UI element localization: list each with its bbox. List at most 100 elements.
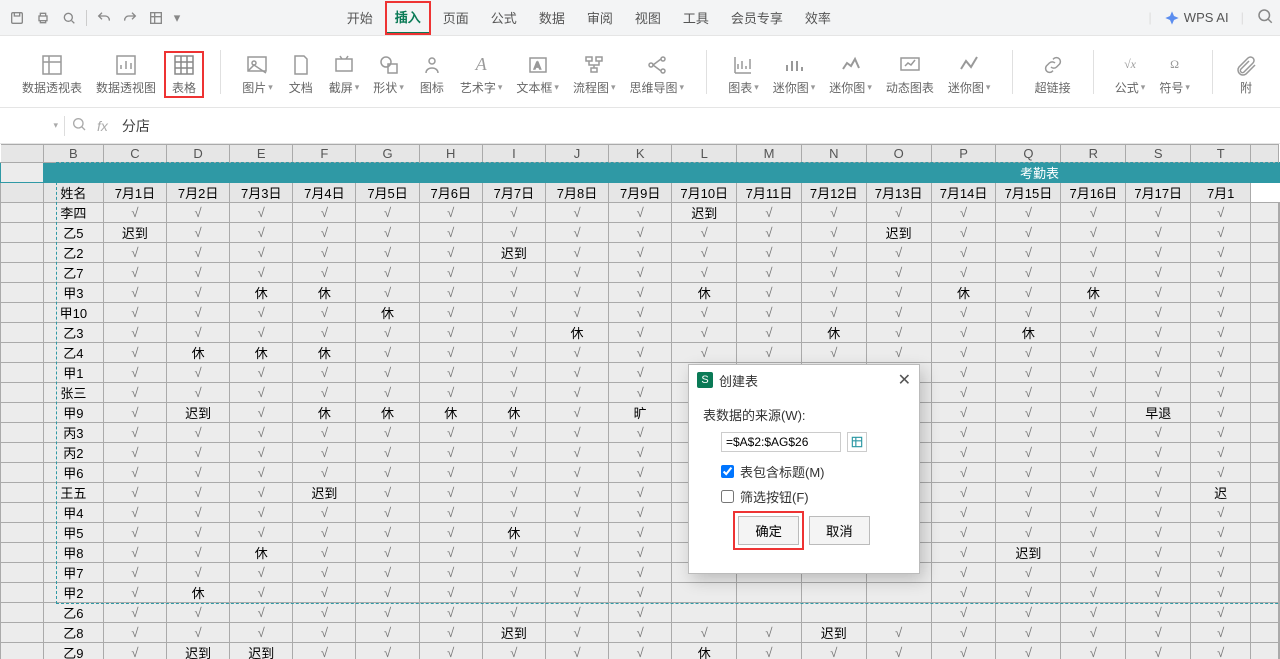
attendance-cell[interactable]: √: [609, 583, 672, 603]
attendance-cell[interactable]: 休: [801, 323, 866, 343]
attendance-cell[interactable]: √: [356, 463, 419, 483]
name-cell[interactable]: 李四: [43, 203, 103, 223]
attendance-cell[interactable]: √: [672, 243, 737, 263]
attendance-cell[interactable]: √: [866, 643, 931, 659]
hyperlink-button[interactable]: 超链接: [1029, 51, 1077, 98]
attendance-cell[interactable]: √: [737, 203, 802, 223]
attendance-cell[interactable]: √: [1126, 463, 1191, 483]
attendance-cell[interactable]: √: [230, 203, 293, 223]
attendance-cell[interactable]: √: [293, 563, 356, 583]
name-cell[interactable]: 甲9: [43, 403, 103, 423]
attendance-cell[interactable]: 休: [293, 283, 356, 303]
attendance-cell[interactable]: √: [609, 623, 672, 643]
attendance-cell[interactable]: √: [545, 543, 608, 563]
attendance-cell[interactable]: 休: [1061, 283, 1126, 303]
attendance-cell[interactable]: √: [1061, 463, 1126, 483]
attendance-cell[interactable]: √: [419, 643, 482, 659]
attendance-cell[interactable]: √: [230, 583, 293, 603]
attendance-cell[interactable]: √: [931, 383, 996, 403]
attendance-cell[interactable]: √: [419, 283, 482, 303]
attendance-cell[interactable]: √: [419, 623, 482, 643]
tab-view[interactable]: 视图: [625, 2, 671, 33]
column-header[interactable]: K: [609, 145, 672, 163]
attendance-cell[interactable]: √: [801, 343, 866, 363]
save-icon[interactable]: [6, 7, 28, 29]
document-button[interactable]: 文档: [281, 51, 321, 98]
attendance-cell[interactable]: √: [545, 623, 608, 643]
attendance-cell[interactable]: √: [356, 343, 419, 363]
attendance-cell[interactable]: √: [931, 643, 996, 659]
name-cell[interactable]: 乙5: [43, 223, 103, 243]
attendance-cell[interactable]: √: [230, 463, 293, 483]
flowchart-button[interactable]: 流程图▾: [567, 51, 622, 98]
attendance-cell[interactable]: √: [1191, 563, 1251, 583]
attendance-cell[interactable]: √: [293, 603, 356, 623]
attendance-cell[interactable]: √: [230, 243, 293, 263]
attendance-cell[interactable]: √: [356, 283, 419, 303]
attendance-cell[interactable]: √: [356, 203, 419, 223]
chevron-down-icon[interactable]: ▾: [171, 7, 183, 29]
attendance-cell[interactable]: √: [996, 243, 1061, 263]
attendance-cell[interactable]: √: [230, 363, 293, 383]
header-checkbox[interactable]: 表包含标题(M): [721, 462, 905, 481]
attendance-cell[interactable]: √: [1126, 243, 1191, 263]
attendance-cell[interactable]: √: [419, 443, 482, 463]
attendance-cell[interactable]: √: [931, 323, 996, 343]
attendance-cell[interactable]: 迟到: [866, 223, 931, 243]
attendance-cell[interactable]: √: [230, 563, 293, 583]
attendance-cell[interactable]: √: [293, 623, 356, 643]
name-cell[interactable]: 乙3: [43, 323, 103, 343]
attendance-cell[interactable]: 休: [167, 343, 230, 363]
dynamic-chart-button[interactable]: 动态图表: [880, 51, 940, 98]
name-cell[interactable]: 甲4: [43, 503, 103, 523]
attendance-cell[interactable]: √: [1126, 503, 1191, 523]
attendance-cell[interactable]: √: [1126, 323, 1191, 343]
attendance-cell[interactable]: √: [1191, 643, 1251, 659]
attendance-cell[interactable]: √: [609, 603, 672, 623]
attendance-cell[interactable]: √: [1126, 263, 1191, 283]
attendance-cell[interactable]: √: [167, 363, 230, 383]
attendance-cell[interactable]: √: [1126, 363, 1191, 383]
column-header[interactable]: P: [931, 145, 996, 163]
attendance-cell[interactable]: √: [419, 203, 482, 223]
attendance-cell[interactable]: √: [482, 323, 545, 343]
column-header[interactable]: B: [43, 145, 103, 163]
tab-efficiency[interactable]: 效率: [795, 2, 841, 33]
attendance-cell[interactable]: 迟到: [996, 543, 1061, 563]
attendance-cell[interactable]: √: [545, 243, 608, 263]
attendance-cell[interactable]: √: [1061, 363, 1126, 383]
attendance-cell[interactable]: 休: [996, 323, 1061, 343]
attendance-cell[interactable]: √: [1061, 243, 1126, 263]
attendance-cell[interactable]: √: [482, 583, 545, 603]
attendance-cell[interactable]: √: [866, 343, 931, 363]
attendance-cell[interactable]: √: [1191, 203, 1251, 223]
attendance-cell[interactable]: √: [103, 443, 166, 463]
attendance-cell[interactable]: √: [866, 623, 931, 643]
attendance-cell[interactable]: √: [996, 463, 1061, 483]
attendance-cell[interactable]: √: [103, 623, 166, 643]
attendance-cell[interactable]: √: [293, 263, 356, 283]
attendance-cell[interactable]: √: [609, 383, 672, 403]
attendance-cell[interactable]: √: [293, 443, 356, 463]
attendance-cell[interactable]: √: [1126, 543, 1191, 563]
attendance-cell[interactable]: √: [545, 603, 608, 623]
attendance-cell[interactable]: √: [230, 263, 293, 283]
column-header[interactable]: L: [672, 145, 737, 163]
attendance-cell[interactable]: √: [1191, 243, 1251, 263]
attendance-cell[interactable]: √: [609, 463, 672, 483]
attendance-cell[interactable]: √: [1061, 443, 1126, 463]
attendance-cell[interactable]: √: [801, 223, 866, 243]
attendance-cell[interactable]: √: [609, 503, 672, 523]
attendance-cell[interactable]: √: [482, 343, 545, 363]
attendance-cell[interactable]: 休: [167, 583, 230, 603]
attendance-cell[interactable]: √: [801, 203, 866, 223]
attendance-cell[interactable]: √: [1061, 643, 1126, 659]
attendance-cell[interactable]: √: [737, 623, 802, 643]
tab-insert[interactable]: 插入: [385, 1, 431, 35]
attendance-cell[interactable]: √: [931, 403, 996, 423]
attendance-cell[interactable]: √: [801, 643, 866, 659]
wps-ai-button[interactable]: WPS AI: [1164, 10, 1229, 26]
attendance-cell[interactable]: √: [482, 423, 545, 443]
zoom-icon[interactable]: [71, 116, 87, 135]
attendance-cell[interactable]: √: [103, 603, 166, 623]
